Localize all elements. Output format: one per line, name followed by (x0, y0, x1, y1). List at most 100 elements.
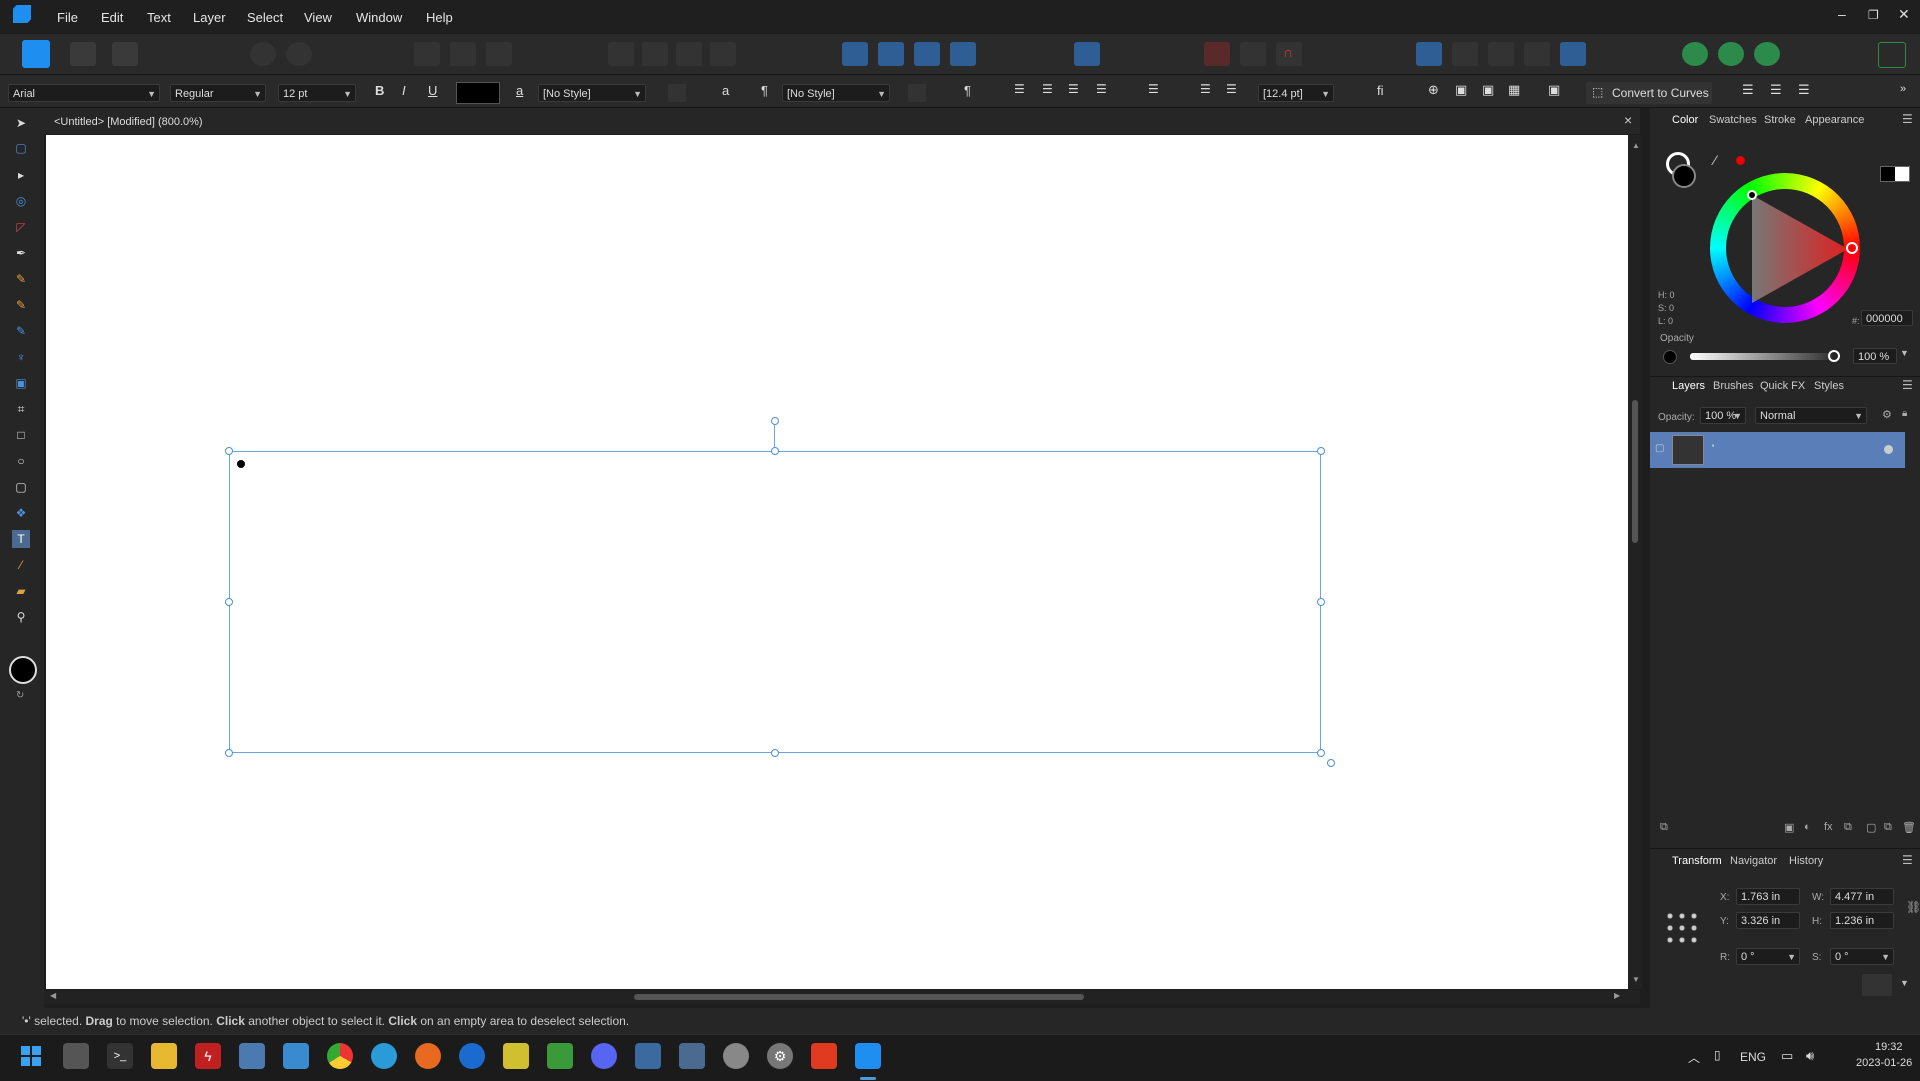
handle-top-left[interactable] (225, 447, 233, 455)
rotate-left-icon[interactable] (914, 42, 940, 66)
photos-app-icon[interactable] (239, 1043, 265, 1069)
opacity-slider-handle[interactable] (1828, 350, 1840, 362)
eyedropper-icon[interactable]: ⁄ (1714, 152, 1716, 168)
notepad-icon[interactable] (503, 1043, 529, 1069)
rotate-handle[interactable] (771, 417, 779, 425)
handle-middle-right[interactable] (1317, 598, 1325, 606)
arrange-2-icon[interactable] (450, 42, 476, 66)
bullet-list-icon[interactable]: ☰ (1200, 82, 1211, 96)
vertical-align-icon[interactable]: ☰ (1148, 82, 1159, 96)
handle-top-right[interactable] (1317, 447, 1325, 455)
transparency-tool-icon[interactable]: ♆ (12, 348, 30, 366)
font-style-select[interactable]: Regular ▼ (170, 84, 266, 102)
height-input[interactable]: 1.236 in (1830, 912, 1894, 929)
flash-app-icon[interactable]: ϟ (195, 1043, 221, 1069)
x-input[interactable]: 1.763 in (1736, 888, 1800, 905)
minimize-icon[interactable]: – (1838, 6, 1846, 22)
discord-icon[interactable] (591, 1043, 617, 1069)
frame-overflow-handle[interactable] (1327, 759, 1335, 767)
menu-view[interactable]: View (304, 10, 332, 25)
menu-layer[interactable]: Layer (193, 10, 226, 25)
help-circle-icon[interactable] (1754, 42, 1780, 66)
text-color-swatch[interactable] (456, 82, 500, 104)
rotation-input[interactable]: 0 ° ▼ (1736, 948, 1800, 965)
flip-vertical-icon[interactable] (878, 42, 904, 66)
designer-persona-icon[interactable] (22, 40, 50, 68)
paragraph-style-select[interactable]: [No Style] ▼ (782, 84, 890, 102)
handle-bottom-right[interactable] (1317, 749, 1325, 757)
community-icon[interactable] (1718, 42, 1744, 66)
network-icon[interactable]: ▭ (1781, 1048, 1793, 1064)
bold-button[interactable]: B (375, 83, 384, 98)
snap-options-icon[interactable] (1240, 42, 1266, 66)
weather-app-icon[interactable] (723, 1043, 749, 1069)
paragraph-panel-icon[interactable]: ¶ (964, 83, 971, 98)
shape-tool-icon[interactable]: ❖ (12, 504, 30, 522)
boolean-intersect-icon[interactable] (676, 42, 702, 66)
opacity-input[interactable]: 100 % (1853, 348, 1897, 364)
chrome-icon[interactable] (327, 1043, 353, 1069)
new-layer-icon[interactable]: ▢ (1866, 821, 1876, 834)
align-right-icon[interactable]: ☰ (1068, 82, 1079, 96)
tab-history[interactable]: History (1789, 855, 1823, 867)
move-bottom-icon[interactable] (1524, 42, 1550, 66)
user-account-icon[interactable] (1878, 42, 1906, 68)
scale-frame-icon[interactable]: ▣ (1482, 82, 1494, 98)
opacity-dropdown-icon[interactable]: ▼ (1900, 348, 1909, 358)
handle-bottom-left[interactable] (225, 749, 233, 757)
rounded-rect-tool-icon[interactable]: ▢ (12, 478, 30, 496)
move-front-icon[interactable] (1488, 42, 1514, 66)
layer-expand-icon[interactable]: ▢ (1655, 443, 1664, 454)
handle-bottom-center[interactable] (771, 749, 779, 757)
firefox-icon[interactable] (415, 1043, 441, 1069)
menu-edit[interactable]: Edit (101, 10, 123, 25)
account-chat-icon[interactable] (1682, 42, 1708, 66)
handle-top-center[interactable] (771, 447, 779, 455)
more-options-icon[interactable]: » (1900, 83, 1906, 95)
align-center-icon[interactable]: ☰ (1042, 82, 1053, 96)
align-text-top-icon[interactable]: ☰ (1742, 82, 1754, 98)
document-tab[interactable]: <Untitled> [Modified] (800.0%) × (44, 108, 1640, 134)
style-options-icon[interactable] (668, 84, 686, 102)
handle-middle-left[interactable] (225, 598, 233, 606)
vertical-scroll-thumb[interactable] (1632, 400, 1638, 543)
frame-options-icon[interactable]: ▣ (1548, 82, 1560, 98)
scroll-down-icon[interactable]: ▼ (1632, 975, 1640, 984)
rectangle-tool-icon[interactable]: □ (12, 426, 30, 444)
character-style-icon[interactable]: a (516, 83, 523, 98)
flip-horizontal-icon[interactable] (842, 42, 868, 66)
affinity-publisher-icon[interactable] (811, 1043, 837, 1069)
frame-grid-icon[interactable]: ▦ (1508, 82, 1520, 98)
paragraph-icon[interactable]: ¶ (761, 83, 768, 98)
arrange-icon[interactable] (414, 42, 440, 66)
fill-color-swatch[interactable] (1672, 164, 1696, 188)
control-panel-icon[interactable] (283, 1043, 309, 1069)
restore-icon[interactable]: ❐ (1868, 8, 1879, 22)
blend-mode-select[interactable]: Normal ▼ (1755, 407, 1867, 424)
move-back-icon[interactable] (1452, 42, 1478, 66)
align-icon[interactable] (1074, 42, 1100, 66)
character-style-select[interactable]: [No Style] ▼ (538, 84, 646, 102)
menu-window[interactable]: Window (356, 10, 402, 25)
pencil-tool-icon[interactable]: ✎ (12, 270, 30, 288)
file-explorer-icon[interactable] (151, 1043, 177, 1069)
font-family-select[interactable]: Arial ▼ (8, 84, 160, 102)
hex-input[interactable]: 000000 (1861, 310, 1913, 326)
layer-settings-icon[interactable]: ⚙ (1882, 408, 1892, 421)
clock-date[interactable]: 2023-01-26 (1856, 1057, 1912, 1069)
snapping-gear-icon[interactable] (286, 42, 312, 66)
fx-icon[interactable]: fx (1824, 821, 1833, 833)
anchor-point-grid-icon[interactable] (1664, 910, 1700, 946)
fill-tool-icon[interactable]: ✎ (12, 322, 30, 340)
tab-brushes[interactable]: Brushes (1713, 380, 1753, 392)
justify-icon[interactable]: ☰ (1096, 82, 1107, 96)
crop-tool-icon[interactable]: ⌗ (12, 400, 30, 418)
language-indicator[interactable]: ENG (1740, 1050, 1766, 1064)
color-picker-icon[interactable]: ⁄ (12, 556, 30, 574)
menu-file[interactable]: File (57, 10, 78, 25)
color-panel-menu-icon[interactable]: ☰ (1902, 112, 1913, 126)
layer-opacity-input[interactable]: 100 % ▼ (1700, 407, 1746, 424)
terminal-icon[interactable]: >_ (107, 1043, 133, 1069)
magnet-icon[interactable]: ∩ (1276, 42, 1302, 66)
tab-stroke[interactable]: Stroke (1764, 114, 1796, 126)
